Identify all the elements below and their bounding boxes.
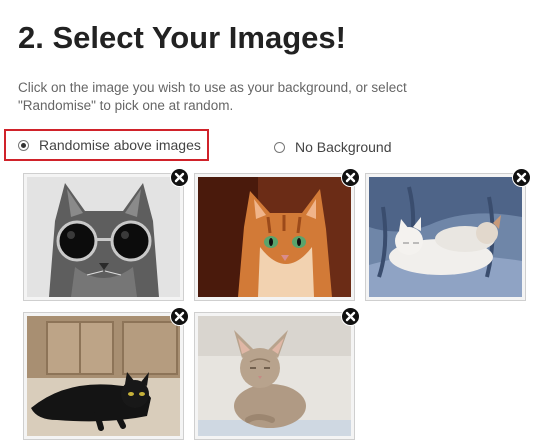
page-title: 2. Select Your Images! xyxy=(18,20,346,55)
close-icon xyxy=(174,172,185,183)
remove-image-button[interactable] xyxy=(170,168,189,187)
no-background-label[interactable]: No Background xyxy=(295,139,392,155)
cat-sunglasses-photo xyxy=(27,177,180,297)
randomise-label[interactable]: Randomise above images xyxy=(39,137,201,153)
no-background-option[interactable]: No Background xyxy=(274,137,392,157)
remove-image-button[interactable] xyxy=(170,307,189,326)
remove-image-button[interactable] xyxy=(341,168,360,187)
image-thumbnail-kitten[interactable] xyxy=(194,307,360,440)
kitten-photo xyxy=(198,316,351,436)
black-cat-photo xyxy=(27,316,180,436)
close-icon xyxy=(174,311,185,322)
image-thumbnail-sleeping-cats[interactable] xyxy=(365,168,531,301)
instructions-line-2: "Randomise" to pick one at random. xyxy=(18,98,234,113)
image-thumbnail-black-cat[interactable] xyxy=(23,307,189,440)
instructions-text: Click on the image you wish to use as yo… xyxy=(18,79,458,115)
image-thumbnail-orange-cat[interactable] xyxy=(194,168,360,301)
image-thumbnail-cat-sunglasses[interactable] xyxy=(23,168,189,301)
no-background-radio[interactable] xyxy=(274,141,285,153)
orange-cat-photo xyxy=(198,177,351,297)
instructions-line-1: Click on the image you wish to use as yo… xyxy=(18,80,407,95)
close-icon xyxy=(345,311,356,322)
randomise-radio[interactable] xyxy=(18,139,29,151)
close-icon xyxy=(345,172,356,183)
close-icon xyxy=(516,172,527,183)
sleeping-cats-photo xyxy=(369,177,522,297)
remove-image-button[interactable] xyxy=(341,307,360,326)
randomise-option[interactable]: Randomise above images xyxy=(4,129,209,161)
remove-image-button[interactable] xyxy=(512,168,531,187)
